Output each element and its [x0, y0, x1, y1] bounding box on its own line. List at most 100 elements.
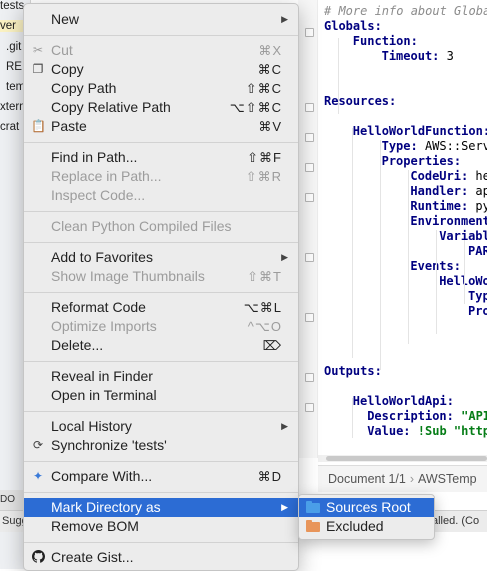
submenu-item-label: Excluded — [326, 518, 384, 534]
fold-marker[interactable] — [305, 103, 314, 112]
menu-item-label: Open in Terminal — [51, 387, 157, 403]
menu-item-new[interactable]: New ▶ — [24, 10, 298, 29]
project-row-label: tests — [0, 0, 25, 12]
code-line: HelloWorldFunction: — [353, 124, 487, 138]
sources-root-folder-icon — [306, 501, 320, 513]
menu-item-shortcut: ⇧⌘F — [247, 150, 282, 165]
submenu-item-excluded[interactable]: Excluded — [299, 517, 434, 536]
menu-item-synchronize[interactable]: ⟳ Synchronize 'tests' — [24, 436, 298, 455]
menu-item-copy-relative-path[interactable]: Copy Relative Path ⌥⇧⌘C — [24, 98, 298, 117]
code-line: Prop — [468, 304, 487, 318]
code-line: Globals: — [324, 19, 382, 33]
menu-item-shortcut: ^⌥O — [247, 319, 282, 334]
menu-item-label: Replace in Path... — [51, 168, 162, 184]
indent-guide — [352, 128, 353, 358]
menu-item-create-gist[interactable]: Create Gist... — [24, 548, 298, 567]
menu-item-copy-path[interactable]: Copy Path ⇧⌘C — [24, 79, 298, 98]
indent-guide — [464, 240, 465, 304]
code-key: HelloWorldFunction: — [352, 124, 487, 138]
fold-marker[interactable] — [305, 163, 314, 172]
menu-item-compare-with[interactable]: ✦ Compare With... ⌘D — [24, 467, 298, 486]
menu-item-label: Clean Python Compiled Files — [51, 218, 232, 234]
code-key: Environment — [410, 214, 487, 228]
menu-item-open-in-terminal[interactable]: Open in Terminal — [24, 386, 298, 405]
editor-horizontal-scrollbar[interactable] — [318, 455, 487, 462]
menu-item-replace-in-path: Replace in Path... ⇧⌘R — [24, 167, 298, 186]
breadcrumb-document[interactable]: Document 1/1 — [318, 472, 406, 486]
code-line: Value: !Sub "https — [367, 424, 487, 438]
code-value: pyt — [475, 199, 487, 213]
fold-marker[interactable] — [305, 193, 314, 202]
editor-breadcrumb: Document 1/1 › AWSTemp — [318, 465, 487, 492]
menu-item-cut: ✂ Cut ⌘X — [24, 41, 298, 60]
menu-item-label: Find in Path... — [51, 149, 138, 165]
scrollbar-thumb[interactable] — [326, 456, 487, 461]
compare-icon: ✦ — [32, 469, 44, 483]
menu-item-label: Optimize Imports — [51, 318, 157, 334]
menu-item-shortcut: ⌥⌘L — [243, 300, 282, 315]
code-value: !Sub "https — [417, 424, 487, 438]
menu-item-shortcut: ⌘X — [258, 43, 282, 58]
menu-separator — [24, 242, 298, 243]
menu-item-label: Copy Relative Path — [51, 99, 171, 115]
github-icon — [31, 550, 45, 564]
menu-item-reveal-in-finder[interactable]: Reveal in Finder — [24, 367, 298, 386]
fold-marker[interactable] — [305, 313, 314, 322]
menu-item-add-to-favorites[interactable]: Add to Favorites ▶ — [24, 248, 298, 267]
menu-item-label: Delete... — [51, 337, 104, 353]
breadcrumb-separator: › — [409, 472, 414, 486]
menu-item-paste[interactable]: 📋 Paste ⌘V — [24, 117, 298, 136]
menu-item-copy[interactable]: ❐ Copy ⌘C — [24, 60, 298, 79]
fold-marker[interactable] — [305, 133, 314, 142]
code-line: Resources: — [324, 94, 396, 108]
fold-marker[interactable] — [305, 373, 314, 382]
code-line: Description: "API — [367, 409, 487, 423]
menu-item-remove-bom[interactable]: Remove BOM — [24, 517, 298, 536]
code-key: Type — [468, 289, 487, 303]
code-line: Timeout: 3 — [382, 49, 454, 63]
menu-item-mark-directory-as[interactable]: Mark Directory as ▶ — [24, 498, 298, 517]
copy-icon: ❐ — [32, 62, 44, 76]
menu-item-shortcut: ⌥⇧⌘C — [229, 100, 282, 115]
code-line: Type — [468, 289, 487, 303]
menu-item-label: Cut — [51, 42, 73, 58]
menu-item-inspect-code: Inspect Code... — [24, 186, 298, 205]
menu-item-clean-python-compiled: Clean Python Compiled Files — [24, 217, 298, 236]
menu-item-find-in-path[interactable]: Find in Path... ⇧⌘F — [24, 148, 298, 167]
menu-item-label: Inspect Code... — [51, 187, 146, 203]
code-value: AWS::Serve — [424, 139, 487, 153]
excluded-folder-icon — [306, 520, 320, 532]
code-value: app — [475, 184, 487, 198]
menu-item-label: Paste — [51, 118, 87, 134]
menu-item-label: Compare With... — [51, 468, 153, 484]
menu-item-label: Show Image Thumbnails — [51, 268, 205, 284]
code-value: "API — [453, 409, 487, 423]
submenu-item-sources-root[interactable]: Sources Root — [299, 498, 434, 517]
clipboard-icon: 📋 — [31, 119, 46, 133]
project-row-label: .git — [6, 41, 22, 53]
breadcrumb-schema[interactable]: AWSTemp — [418, 472, 477, 486]
fold-marker[interactable] — [305, 403, 314, 412]
code-line: HelloWorldApi: — [353, 394, 454, 408]
fold-marker[interactable] — [305, 28, 314, 37]
code-line: Outputs: — [324, 364, 382, 378]
submenu-arrow-icon: ▶ — [281, 421, 288, 431]
menu-item-delete[interactable]: Delete... ⌦ — [24, 336, 298, 355]
code-line: Properties: — [382, 154, 461, 168]
submenu-arrow-icon: ▶ — [281, 502, 288, 512]
menu-separator — [24, 411, 298, 412]
menu-item-shortcut: ⇧⌘R — [245, 169, 282, 184]
mark-directory-submenu: Sources Root Excluded — [298, 494, 435, 540]
menu-separator — [24, 142, 298, 143]
code-line: Environment — [410, 214, 487, 228]
editor-code-area[interactable]: # More info about Globa Globals: Function:… — [318, 0, 487, 458]
menu-item-shortcut: ⇧⌘C — [245, 81, 282, 96]
menu-item-local-history[interactable]: Local History ▶ — [24, 417, 298, 436]
github-icon-svg — [31, 550, 45, 563]
menu-item-reformat-code[interactable]: Reformat Code ⌥⌘L — [24, 298, 298, 317]
code-key: Properties: — [381, 154, 462, 168]
code-key: Function: — [352, 34, 418, 48]
code-comment: # More info about Globa — [324, 4, 487, 18]
fold-marker[interactable] — [305, 253, 314, 262]
menu-separator — [24, 492, 298, 493]
